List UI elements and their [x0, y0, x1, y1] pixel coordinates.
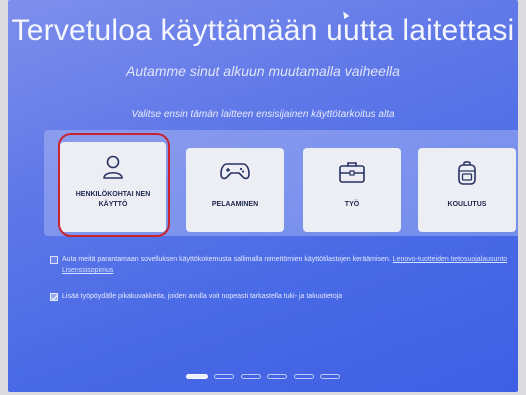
telemetry-label: Auta meitä parantamaan sovelluksen käytt… — [62, 256, 391, 263]
card-education-label: KOULUTUS — [447, 201, 487, 208]
card-gaming[interactable]: PELAAMINEN — [186, 148, 284, 232]
step-dot-2 — [214, 374, 235, 379]
page-title: Tervetuloa käyttämään uutta laitettasi — [11, 14, 515, 47]
page-subtitle: Autamme sinut alkuun muutamalla vaiheell… — [126, 63, 400, 79]
telemetry-option: Auta meitä parantamaan sovelluksen käytt… — [50, 254, 518, 276]
step-indicator — [8, 374, 518, 380]
card-gaming-label: PELAAMINEN — [211, 201, 259, 208]
license-agreement-link[interactable]: Lisenssisopimus — [62, 267, 113, 274]
step-dot-6 — [320, 374, 341, 379]
card-education[interactable]: KOULUTUS — [418, 148, 516, 232]
step-dot-1 — [185, 374, 208, 379]
briefcase-icon — [303, 160, 401, 186]
photo-frame: Tervetuloa käyttämään uutta laitettasi A… — [0, 0, 526, 395]
gamepad-icon — [186, 160, 284, 186]
shortcuts-checkbox[interactable] — [50, 293, 58, 301]
privacy-statement-link[interactable]: Lenovo-tuotteiden tietosuojalausunto — [393, 256, 507, 263]
selection-highlight — [58, 133, 170, 237]
setup-screen: Tervetuloa käyttämään uutta laitettasi A… — [8, 0, 518, 392]
telemetry-checkbox[interactable] — [50, 256, 58, 264]
instruction-text: Valitse ensin tämän laitteen ensisijaine… — [131, 109, 395, 120]
card-work-label: TYÖ — [344, 201, 360, 208]
backpack-icon — [418, 160, 516, 186]
step-dot-5 — [293, 374, 314, 379]
step-dot-3 — [240, 374, 261, 379]
telemetry-text-block: Auta meitä parantamaan sovelluksen käytt… — [62, 254, 518, 276]
shortcuts-option: Lisää työpöydälle pikakuvakkeita, joiden… — [50, 291, 518, 302]
step-dot-4 — [267, 374, 288, 379]
shortcuts-label: Lisää työpöydälle pikakuvakkeita, joiden… — [62, 293, 343, 300]
card-work[interactable]: TYÖ — [303, 148, 401, 232]
